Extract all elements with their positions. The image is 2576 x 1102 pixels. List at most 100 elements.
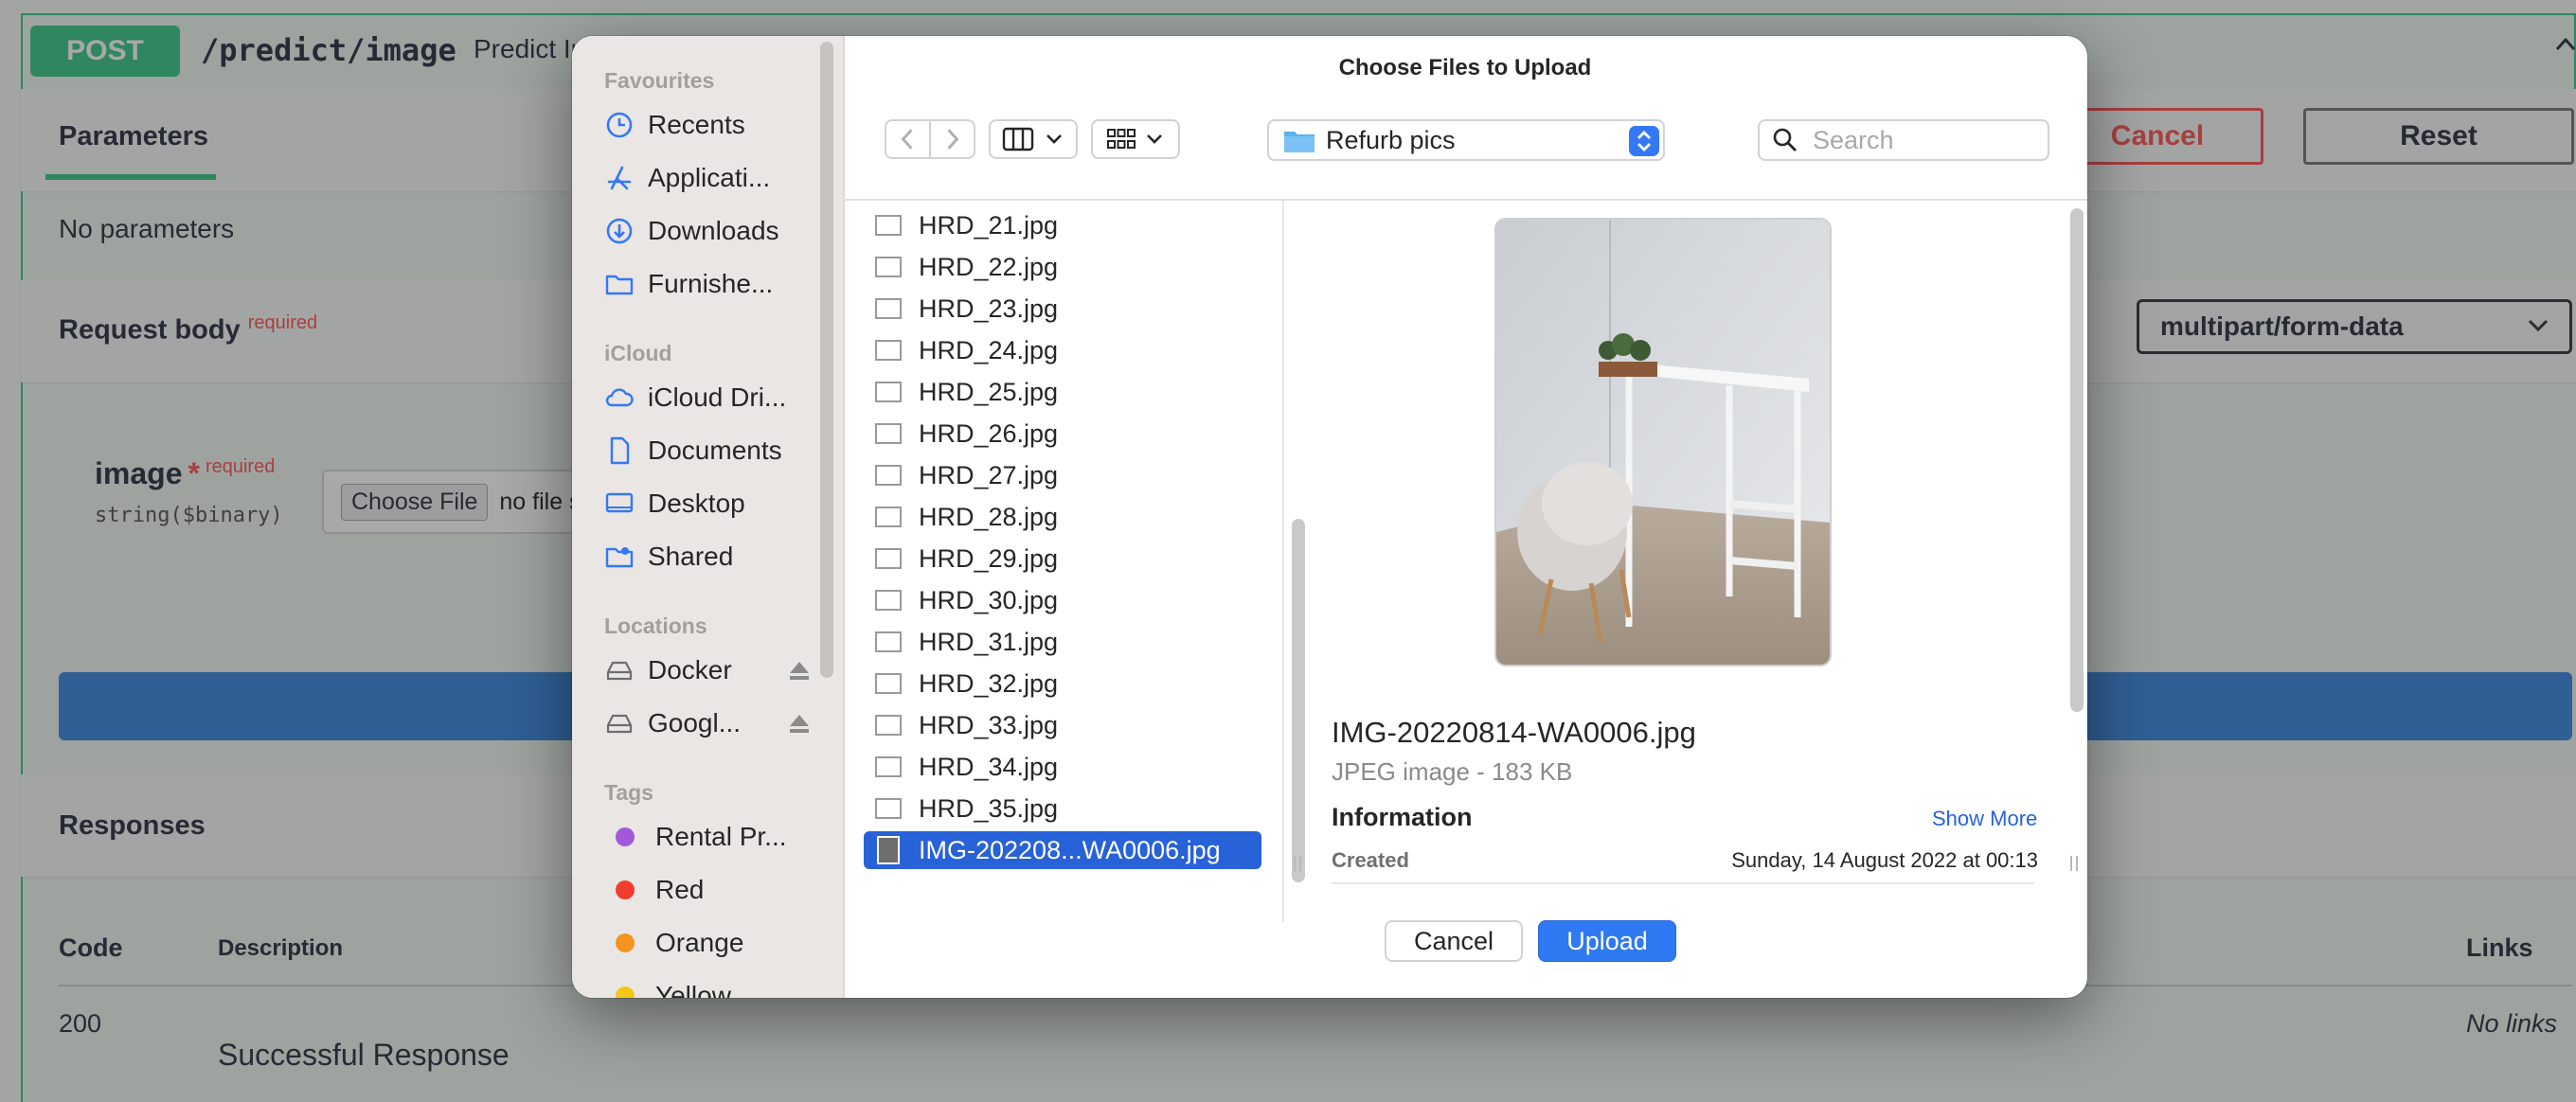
file-row[interactable]: HRD_29.jpg [864,540,1261,578]
file-row-selected[interactable]: IMG-202208...WA0006.jpg [864,831,1261,869]
file-row[interactable]: HRD_34.jpg [864,748,1261,786]
file-row[interactable]: HRD_24.jpg [864,331,1261,369]
columns-view-icon [1002,127,1034,151]
drive-icon [606,661,633,681]
image-thumbnail-icon [877,836,900,864]
cancel-button[interactable]: Cancel [1385,920,1523,962]
column-resize-handle[interactable] [2070,856,2078,871]
file-name: HRD_21.jpg [919,210,1059,240]
sidebar-item-label: Recents [648,110,745,139]
sidebar-item-label: Furnishe... [648,269,774,298]
image-thumbnail-icon [875,590,902,611]
file-row[interactable]: HRD_23.jpg [864,290,1261,328]
file-row[interactable]: HRD_21.jpg [864,206,1261,244]
shared-folder-icon [605,547,634,568]
show-more-link[interactable]: Show More [1932,807,2037,831]
sidebar-item-label: Applicati... [648,163,771,192]
group-button[interactable] [1091,119,1180,159]
search-field[interactable] [1758,119,2049,161]
sidebar-item-label: Docker [648,655,732,684]
file-name: HRD_32.jpg [919,668,1059,698]
information-heading: Information [1332,803,1473,831]
view-mode-button[interactable] [989,119,1078,159]
sidebar-item-icloud-drive[interactable]: iCloud Dri... [604,375,828,420]
file-name: HRD_26.jpg [919,418,1059,448]
file-name: HRD_22.jpg [919,252,1059,281]
chevron-down-icon [1147,134,1162,144]
favourites-heading: Favourites [604,68,715,93]
sidebar-item-label: Shared [648,542,734,571]
sidebar-item-label: Googl... [648,708,742,738]
dialog-title: Choose Files to Upload [1338,55,1592,80]
drive-icon [606,714,633,734]
browser-pane: Choose Files to Upload Refurb pics Searc… [843,36,2087,998]
sidebar-tag-rental[interactable]: Rental Pr... [604,814,828,860]
eject-icon[interactable] [788,713,811,734]
sidebar-item-applications[interactable]: Applicati... [604,155,828,201]
location-stepper[interactable] [1629,126,1659,156]
chevron-down-icon [1046,134,1062,144]
sidebar-item-label: Desktop [648,489,745,518]
sidebar-item-shared[interactable]: Shared [604,534,828,579]
image-thumbnail-icon [875,507,902,527]
file-list[interactable]: HRD_21.jpg HRD_22.jpg HRD_23.jpg HRD_24.… [843,201,1282,922]
grid-icon [1107,129,1136,149]
sidebar-tag-yellow[interactable]: Yellow [604,973,828,998]
file-name: HRD_31.jpg [919,627,1059,656]
sidebar-tag-red[interactable]: Red [604,867,828,913]
file-list-scrollbar[interactable] [1292,519,1305,882]
file-name: HRD_27.jpg [919,460,1059,489]
image-thumbnail-icon [875,298,902,319]
image-thumbnail-icon [875,257,902,277]
file-name: IMG-202208...WA0006.jpg [919,835,1221,864]
sidebar-item-furnished[interactable]: Furnishe... [604,261,828,307]
sidebar-item-docker[interactable]: Docker [604,648,828,693]
clock-icon [606,112,633,138]
file-row[interactable]: HRD_35.jpg [864,790,1261,827]
file-row[interactable]: HRD_22.jpg [864,248,1261,286]
file-row[interactable]: HRD_28.jpg [864,498,1261,536]
file-name: HRD_28.jpg [919,502,1059,531]
tag-dot-icon [616,933,635,952]
preview-kind: JPEG image - 183 KB [1332,757,1573,786]
file-row[interactable]: HRD_26.jpg [864,415,1261,453]
sidebar-item-google[interactable]: Googl... [604,701,828,746]
eject-icon[interactable] [788,660,811,681]
file-row[interactable]: HRD_25.jpg [864,373,1261,411]
file-row[interactable]: HRD_30.jpg [864,581,1261,619]
sidebar-tag-orange[interactable]: Orange [604,920,828,966]
location-popup[interactable]: Refurb pics [1267,119,1665,161]
search-input[interactable] [1811,124,2023,156]
file-row[interactable]: HRD_27.jpg [864,456,1261,494]
sidebar-item-downloads[interactable]: Downloads [604,208,828,254]
file-row[interactable]: HRD_32.jpg [864,665,1261,702]
sidebar-scrollbar[interactable] [820,42,833,678]
file-row[interactable]: HRD_31.jpg [864,623,1261,661]
file-name: HRD_25.jpg [919,377,1059,406]
sidebar-item-label: Rental Pr... [655,822,787,851]
divider [1332,882,2034,884]
cloud-icon [605,388,634,407]
image-thumbnail-icon [875,631,902,652]
column-resize-handle[interactable] [1294,856,1301,871]
download-icon [606,218,633,244]
preview-scrollbar[interactable] [2070,208,2084,712]
sidebar-item-documents[interactable]: Documents [604,428,828,473]
sidebar-item-desktop[interactable]: Desktop [604,481,828,526]
tags-heading: Tags [604,780,653,805]
back-arrow-icon[interactable] [886,120,929,158]
sidebar-item-recents[interactable]: Recents [604,102,828,148]
image-thumbnail-icon [875,798,902,819]
image-thumbnail-icon [875,715,902,736]
image-thumbnail-icon [875,756,902,777]
locations-heading: Locations [604,613,707,638]
sidebar-item-label: iCloud Dri... [648,382,787,412]
file-name: HRD_29.jpg [919,543,1059,573]
sidebar-item-label: Yellow [655,981,731,998]
icloud-heading: iCloud [604,341,672,365]
file-row[interactable]: HRD_33.jpg [864,706,1261,744]
image-thumbnail-icon [875,423,902,444]
file-name: HRD_23.jpg [919,293,1059,323]
upload-button[interactable]: Upload [1538,920,1676,962]
forward-arrow-icon[interactable] [931,120,974,158]
